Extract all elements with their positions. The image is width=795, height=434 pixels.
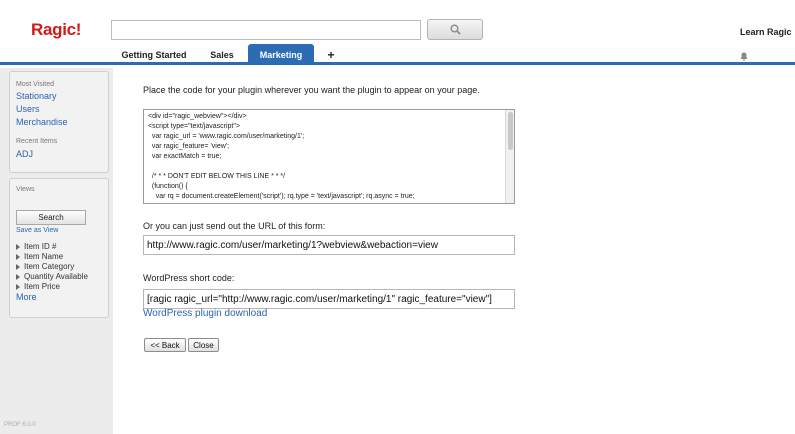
most-visited-title: Most Visited — [16, 81, 54, 88]
code-line: /* * * DON'T EDIT BELOW THIS LINE * * */ — [148, 173, 286, 180]
field-item-category[interactable]: Item Category — [16, 262, 74, 271]
search-icon — [450, 24, 461, 35]
field-quantity-available[interactable]: Quantity Available — [16, 272, 88, 281]
field-label: Item ID # — [24, 242, 57, 251]
sidebar-item-users[interactable]: Users — [16, 104, 40, 114]
recent-items-title: Recent Items — [16, 138, 58, 145]
sidebar-item-merchandise[interactable]: Merchandise — [16, 117, 68, 127]
tab-getting-started[interactable]: Getting Started — [111, 44, 197, 65]
form-url-field[interactable]: http://www.ragic.com/user/marketing/1?we… — [143, 235, 515, 255]
code-line: var rq = document.createElement('script'… — [148, 193, 415, 200]
version-label: PROF 6.0.0 — [4, 422, 36, 428]
code-line: var ragic_feature= 'view'; — [148, 143, 230, 150]
intro-text: Place the code for your plugin wherever … — [143, 85, 480, 95]
field-item-name[interactable]: Item Name — [16, 252, 63, 261]
scrollbar-thumb[interactable] — [508, 112, 513, 150]
expand-triangle-icon — [16, 263, 20, 270]
code-line: <script type="text/javascript"> — [148, 123, 240, 130]
ragic-logo[interactable]: Ragic! — [31, 20, 81, 40]
views-panel: Views Search Save as View Item ID # Item… — [9, 178, 109, 318]
field-item-id[interactable]: Item ID # — [16, 242, 56, 251]
learn-ragic-link[interactable]: Learn Ragic — [740, 27, 792, 37]
field-label: Item Category — [24, 262, 75, 271]
most-visited-panel: Most Visited Stationary Users Merchandis… — [9, 71, 109, 173]
field-label: Item Price — [24, 282, 61, 291]
expand-triangle-icon — [16, 243, 20, 250]
wordpress-shortcode-field[interactable]: [ragic ragic_url="http://www.ragic.com/u… — [143, 289, 515, 309]
sidebar-item-stationary[interactable]: Stationary — [16, 91, 57, 101]
search-button[interactable] — [427, 19, 483, 40]
views-search-button[interactable]: Search — [16, 210, 86, 225]
url-label: Or you can just send out the URL of this… — [143, 221, 326, 231]
search-input[interactable] — [111, 20, 421, 40]
close-button[interactable]: Close — [188, 338, 219, 352]
expand-triangle-icon — [16, 273, 20, 280]
more-fields-link[interactable]: More — [16, 292, 37, 302]
wordpress-plugin-download-link[interactable]: WordPress plugin download — [143, 308, 267, 319]
tab-bar: Getting Started Sales Marketing + — [111, 44, 348, 65]
recent-item-adj[interactable]: ADJ — [16, 149, 33, 159]
save-as-view-link[interactable]: Save as View — [16, 227, 58, 234]
tab-sales[interactable]: Sales — [197, 44, 247, 65]
code-line: var exactMatch = true; — [148, 153, 222, 160]
wordpress-label: WordPress short code: — [143, 273, 235, 283]
field-item-price[interactable]: Item Price — [16, 282, 60, 291]
code-line: (function() { — [148, 183, 188, 190]
header: Ragic! Learn Ragic Getting Started Sales… — [0, 0, 795, 65]
code-line: <div id="ragic_webview"></div> — [148, 113, 247, 120]
add-tab-button[interactable]: + — [314, 44, 348, 65]
field-label: Item Name — [24, 252, 64, 261]
field-label: Quantity Available — [24, 272, 88, 281]
expand-triangle-icon — [16, 253, 20, 260]
tab-marketing[interactable]: Marketing — [248, 44, 314, 65]
back-button[interactable]: << Back — [144, 338, 186, 352]
code-scrollbar[interactable] — [505, 110, 514, 203]
views-title: Views — [16, 186, 35, 193]
code-line: var ragic_url = 'www.ragic.com/user/mark… — [148, 133, 305, 140]
expand-triangle-icon — [16, 283, 20, 290]
bell-icon[interactable] — [740, 52, 748, 61]
embed-code-textarea[interactable]: <div id="ragic_webview"></div> <script t… — [143, 109, 515, 204]
